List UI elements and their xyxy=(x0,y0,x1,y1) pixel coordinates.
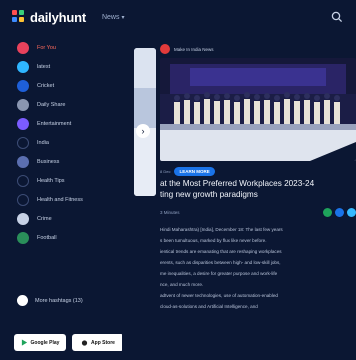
google-play-label: Google Play xyxy=(30,339,60,346)
category-icon xyxy=(17,136,29,149)
app-store-button[interactable]: App Store xyxy=(72,334,124,351)
category-icon xyxy=(17,60,29,73)
sidebar-item-health-and-fitness[interactable]: Health and Fitness xyxy=(0,190,122,209)
main-feed: › Make In India News 8 Dec LEARN MORE at… xyxy=(122,34,356,360)
article-meta: 8 Dec LEARN MORE xyxy=(160,163,356,179)
sidebar-item-label: Health Tips xyxy=(37,177,65,184)
category-icon xyxy=(17,193,29,206)
sidebar-item-label: Health and Fitness xyxy=(37,196,83,203)
publisher-row: Make In India News xyxy=(160,40,356,58)
language-label: News xyxy=(101,13,120,21)
sidebar-item-business[interactable]: Business xyxy=(0,152,122,171)
article-headline-line-1[interactable]: at the Most Preferred Workplaces 2023-24 xyxy=(160,179,356,190)
learn-more-button[interactable]: LEARN MORE xyxy=(174,166,215,176)
logo-mark-icon xyxy=(12,10,26,24)
sidebar-item-label: Cricket xyxy=(37,82,55,89)
facebook-share-icon[interactable] xyxy=(335,207,344,217)
sidebar-item-label: India xyxy=(37,139,49,146)
publisher-avatar xyxy=(160,44,170,54)
meta-date: 8 Dec xyxy=(160,168,171,174)
article-body-line: cloud-as-solutions and Artificial Intell… xyxy=(160,304,258,309)
app-store-links: Google Play App Store xyxy=(14,334,124,351)
sidebar-item-crime[interactable]: Crime xyxy=(0,209,122,228)
category-icon xyxy=(17,174,29,187)
sidebar-item-india[interactable]: India xyxy=(0,133,122,152)
sidebar-item-football[interactable]: Football xyxy=(0,228,122,247)
article-body-line: nce, and much more. xyxy=(160,282,204,287)
whatsapp-share-icon[interactable] xyxy=(323,207,332,217)
previous-card-thumbnail[interactable] xyxy=(134,48,156,196)
sidebar-item-entertainment[interactable]: Entertainment xyxy=(0,114,122,133)
article-body-line: Hindi Maharashtra) [India], December 18:… xyxy=(160,227,283,232)
article-body: Hindi Maharashtra) [India], December 18:… xyxy=(160,224,356,312)
category-icon xyxy=(17,212,29,225)
sidebar-item-for-you[interactable]: For You xyxy=(0,38,122,57)
category-icon xyxy=(17,79,29,92)
article-headline-line-2[interactable]: ting new growth paradigms xyxy=(160,190,356,201)
sidebar: For You latest Cricket Daily Share Entertain… xyxy=(0,34,124,360)
byline-row: 3 Minutes xyxy=(160,204,356,220)
article-image[interactable] xyxy=(160,58,356,161)
publisher-name[interactable]: Make In India News xyxy=(174,47,214,52)
read-time: 3 Minutes xyxy=(160,209,180,215)
sidebar-item-label: latest xyxy=(37,63,51,70)
app-logo[interactable]: dailyhunt xyxy=(12,10,86,25)
share-buttons xyxy=(323,207,356,217)
sidebar-item-cricket[interactable]: Cricket xyxy=(0,76,122,95)
more-hashtags-label: More hashtags (13) xyxy=(35,297,83,304)
hashtag-icon xyxy=(17,295,28,306)
category-icon xyxy=(17,98,29,111)
category-icon xyxy=(17,231,29,244)
apple-icon xyxy=(81,340,88,346)
sidebar-item-label: Crime xyxy=(37,215,52,222)
category-icon xyxy=(17,117,29,130)
sidebar-item-label: For You xyxy=(37,44,56,51)
logo-text: dailyhunt xyxy=(30,9,86,25)
language-selector[interactable]: News ▾ xyxy=(102,14,125,21)
sidebar-item-daily-share[interactable]: Daily Share xyxy=(0,95,122,114)
article-body-line: erents, such as disparities between high… xyxy=(160,260,281,265)
article-body-line: s been tumultuous, marked by flux like n… xyxy=(160,238,267,243)
search-icon[interactable] xyxy=(330,10,344,24)
event-photo xyxy=(160,58,356,161)
article-body-line: me inequalities, a desire for greater pu… xyxy=(160,271,278,276)
sidebar-item-label: Daily Share xyxy=(37,101,66,108)
more-hashtags[interactable]: More hashtags (13) xyxy=(17,295,83,306)
category-icon xyxy=(17,41,29,54)
article-card[interactable]: Make In India News 8 Dec LEARN MORE at t… xyxy=(160,40,356,360)
article-body-line: adtvent of newer technologies, use of au… xyxy=(160,293,278,298)
sidebar-item-label: Entertainment xyxy=(37,120,72,127)
article-body-line: ientical trends are emanating that are r… xyxy=(160,249,282,254)
category-icon xyxy=(17,155,29,168)
sidebar-item-label: Football xyxy=(37,234,57,241)
top-bar: dailyhunt News ▾ xyxy=(0,0,356,34)
play-store-icon xyxy=(21,339,27,346)
carousel-next-icon[interactable]: › xyxy=(136,124,150,138)
app-store-label: App Store xyxy=(91,339,115,346)
sidebar-item-health-tips[interactable]: Health Tips xyxy=(0,171,122,190)
twitter-share-icon[interactable] xyxy=(347,207,356,217)
sidebar-item-label: Business xyxy=(37,158,60,165)
chevron-down-icon: ▾ xyxy=(121,14,125,21)
google-play-button[interactable]: Google Play xyxy=(14,334,66,351)
sidebar-item-latest[interactable]: latest xyxy=(0,57,122,76)
